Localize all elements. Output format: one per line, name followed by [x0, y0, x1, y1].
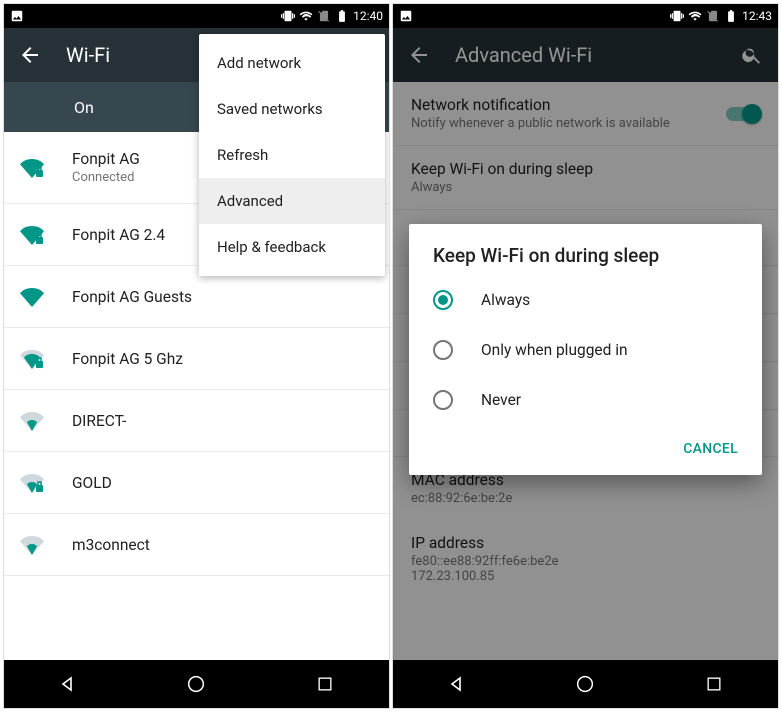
battery-icon [724, 9, 738, 23]
wifi-icon [299, 9, 313, 23]
wifi-on-label: On [74, 98, 94, 117]
radio-label: Always [481, 291, 530, 309]
battery-icon [335, 9, 349, 23]
menu-item-advanced[interactable]: Advanced [199, 178, 385, 224]
radio-option-always[interactable]: Always [409, 275, 762, 325]
radio-option-plugged[interactable]: Only when plugged in [409, 325, 762, 375]
wifi-signal-icon [20, 156, 44, 180]
statusbar: 12:43 [393, 4, 778, 28]
radio-icon [433, 290, 453, 310]
menu-item-help[interactable]: Help & feedback [199, 224, 385, 270]
no-sim-icon [317, 9, 331, 23]
wifi-name: DIRECT- [72, 412, 126, 430]
radio-icon [433, 340, 453, 360]
radio-option-never[interactable]: Never [409, 375, 762, 425]
menu-item-label: Saved networks [217, 100, 323, 118]
wifi-signal-icon [20, 285, 44, 309]
phone-left: 12:40 Wi-Fi On Fonpit AG Connected [4, 4, 389, 708]
wifi-name: m3connect [72, 536, 150, 554]
dialog-title: Keep Wi-Fi on during sleep [409, 244, 762, 275]
nav-recent-button[interactable] [311, 670, 339, 698]
radio-label: Only when plugged in [481, 341, 628, 359]
no-sim-icon [706, 9, 720, 23]
wifi-signal-icon [20, 471, 44, 495]
wifi-name: Fonpit AG 2.4 [72, 226, 165, 244]
menu-item-label: Advanced [217, 192, 283, 210]
wifi-network-item[interactable]: DIRECT- [4, 390, 389, 452]
nav-home-button[interactable] [182, 670, 210, 698]
clock: 12:43 [742, 9, 772, 23]
overflow-menu: Add network Saved networks Refresh Advan… [199, 34, 385, 276]
nav-back-button[interactable] [54, 670, 82, 698]
wifi-signal-icon [20, 409, 44, 433]
menu-item-saved-networks[interactable]: Saved networks [199, 86, 385, 132]
wifi-network-item[interactable]: m3connect [4, 514, 389, 576]
wifi-signal-icon [20, 223, 44, 247]
image-icon [10, 9, 24, 23]
wifi-signal-icon [20, 533, 44, 557]
wifi-status: Connected [72, 170, 140, 185]
back-button[interactable] [18, 43, 42, 67]
clock: 12:40 [353, 9, 383, 23]
navbar [4, 660, 389, 708]
menu-item-label: Refresh [217, 146, 268, 164]
vibrate-icon [281, 9, 295, 23]
wifi-network-item[interactable]: Fonpit AG 5 Ghz [4, 328, 389, 390]
radio-label: Never [481, 391, 521, 409]
wifi-name: Fonpit AG [72, 150, 140, 168]
navbar [393, 660, 778, 708]
menu-item-refresh[interactable]: Refresh [199, 132, 385, 178]
wifi-icon [688, 9, 702, 23]
menu-item-label: Add network [217, 54, 301, 72]
image-icon [399, 9, 413, 23]
menu-item-label: Help & feedback [217, 238, 326, 256]
radio-icon [433, 390, 453, 410]
nav-home-button[interactable] [571, 670, 599, 698]
statusbar: 12:40 [4, 4, 389, 28]
menu-item-add-network[interactable]: Add network [199, 40, 385, 86]
wifi-signal-icon [20, 347, 44, 371]
phone-right: 12:43 Advanced Wi-Fi Network notificatio… [393, 4, 778, 708]
cancel-button[interactable]: CANCEL [671, 431, 750, 467]
vibrate-icon [670, 9, 684, 23]
dialog-keep-wifi-on: Keep Wi-Fi on during sleep Always Only w… [409, 224, 762, 475]
wifi-name: Fonpit AG Guests [72, 288, 192, 306]
wifi-name: Fonpit AG 5 Ghz [72, 350, 183, 368]
wifi-name: GOLD [72, 474, 112, 492]
nav-recent-button[interactable] [700, 670, 728, 698]
nav-back-button[interactable] [443, 670, 471, 698]
wifi-network-item[interactable]: GOLD [4, 452, 389, 514]
